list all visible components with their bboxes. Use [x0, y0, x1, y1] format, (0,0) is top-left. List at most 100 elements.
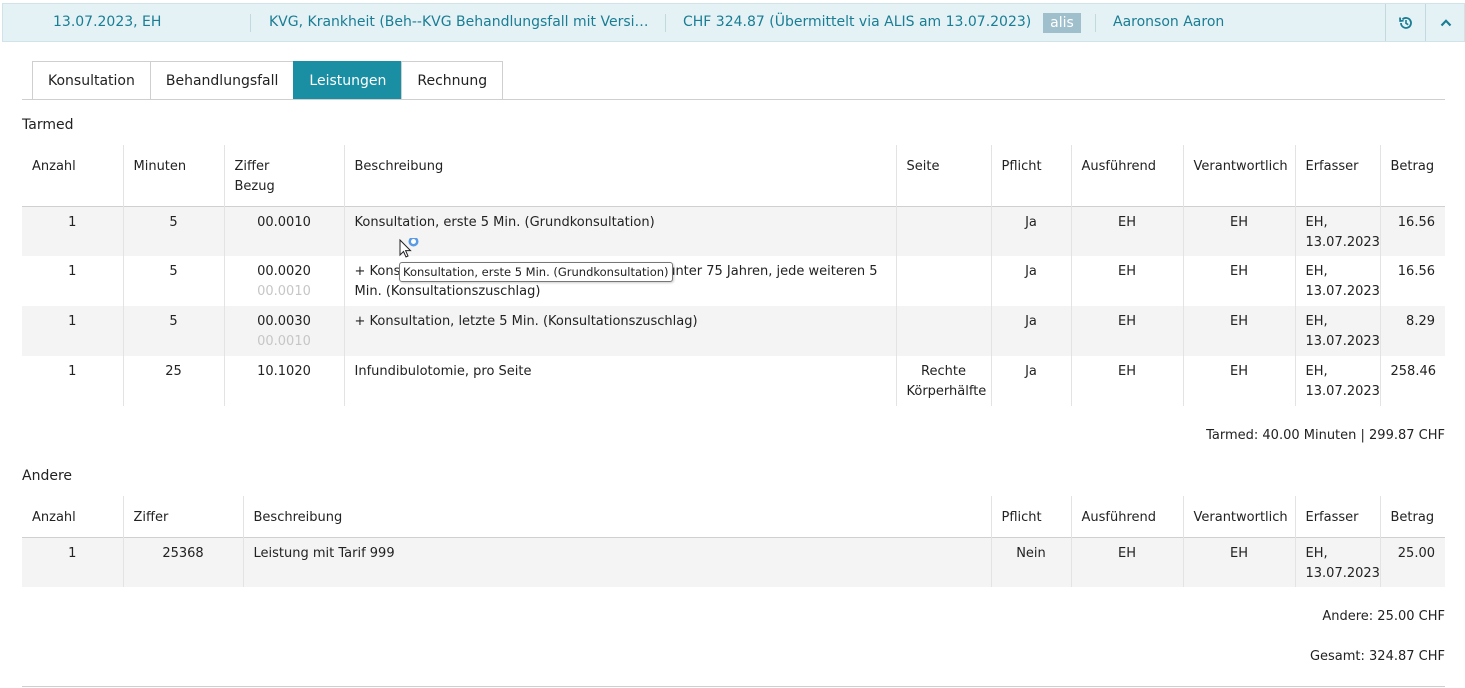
col-ziffer[interactable]: Ziffer: [122, 496, 243, 537]
col-seite[interactable]: Seite: [895, 145, 991, 206]
cell-anzahl: 1: [68, 364, 77, 379]
col-bezug: Bezug: [234, 179, 275, 194]
cell-erfasser: EH, 13.07.2023: [1294, 537, 1380, 587]
tarmed-title: Tarmed: [22, 117, 74, 133]
col-anzahl[interactable]: Anzahl: [22, 145, 123, 206]
cell-minuten: 25: [122, 356, 224, 406]
table-row[interactable]: 1 25 10.1020 Infundibulotomie, pro Seite…: [22, 356, 1445, 406]
cell-verantwortlich: EH: [1182, 206, 1295, 256]
header-amount: CHF 324.87 (Übermittelt via ALIS am 13.0…: [683, 14, 1032, 30]
cell-anzahl: 1: [68, 314, 77, 329]
col-verantwortlich[interactable]: Verantwortlich: [1182, 496, 1295, 537]
ziffer-value: 00.0030: [257, 314, 311, 329]
tab-rechnung[interactable]: Rechnung: [401, 61, 504, 100]
cell-beschreibung: Infundibulotomie, pro Seite: [343, 356, 896, 406]
cell-seite: Rechte Körperhälfte: [895, 356, 991, 406]
description-tooltip: Konsultation, erste 5 Min. (Grundkonsult…: [399, 262, 673, 282]
table-row[interactable]: 1 5 00.0010 Konsultation, erste 5 Min. (…: [22, 206, 1445, 256]
history-button[interactable]: [1385, 4, 1425, 41]
erfasser-date: 13.07.2023: [1305, 384, 1380, 399]
cell-minuten: 5: [122, 206, 224, 256]
cell-betrag: 16.56: [1379, 256, 1445, 306]
header-divider: [250, 14, 251, 32]
history-icon: [1398, 16, 1412, 29]
col-minuten[interactable]: Minuten: [122, 145, 224, 206]
cell-anzahl: 1: [68, 214, 77, 230]
cell-ausfuehrend: EH: [1070, 206, 1183, 256]
cell-ziffer: 00.0010: [223, 206, 344, 256]
table-row[interactable]: 1 25368 Leistung mit Tarif 999 Nein EH E…: [22, 537, 1445, 587]
cell-pflicht: Ja: [990, 206, 1071, 256]
cell-beschreibung: + Konsultation, letzte 5 Min. (Konsultat…: [343, 306, 896, 356]
col-pflicht[interactable]: Pflicht: [990, 496, 1071, 537]
tab-bar: Konsultation Behandlungsfall Leistungen …: [32, 61, 504, 100]
cell-verantwortlich: EH: [1182, 537, 1295, 587]
cell-betrag: 16.56: [1379, 206, 1445, 256]
mouse-cursor-icon: [399, 238, 419, 258]
ziffer-value: 00.0020: [257, 264, 311, 279]
alis-badge: alis: [1043, 13, 1081, 33]
tab-konsultation[interactable]: Konsultation: [32, 61, 151, 100]
erfasser-user: EH,: [1305, 264, 1328, 279]
col-pflicht[interactable]: Pflicht: [990, 145, 1071, 206]
cell-betrag: 258.46: [1379, 356, 1445, 406]
tab-leistungen[interactable]: Leistungen: [293, 61, 403, 100]
col-ziffer: Ziffer: [234, 159, 270, 174]
cell-erfasser: EH, 13.07.2023: [1294, 256, 1380, 306]
erfasser-user: EH,: [1305, 214, 1328, 230]
cell-anzahl: 1: [68, 264, 77, 279]
table-row[interactable]: 1 5 00.002000.0010 + Konsultation, bei P…: [22, 256, 1445, 306]
header-date-user: 13.07.2023, EH: [53, 14, 162, 30]
col-beschreibung[interactable]: Beschreibung: [343, 145, 896, 206]
col-betrag[interactable]: Betrag: [1379, 145, 1445, 206]
col-betrag[interactable]: Betrag: [1379, 496, 1445, 537]
erfasser-user: EH,: [1305, 364, 1328, 379]
cell-betrag: 25.00: [1379, 537, 1445, 587]
tab-divider: [22, 99, 1445, 100]
cell-ausfuehrend: EH: [1070, 356, 1183, 406]
col-ziffer-bezug[interactable]: Ziffer Bezug: [223, 145, 344, 206]
bottom-divider: [22, 686, 1445, 687]
cell-beschreibung: Leistung mit Tarif 999: [242, 537, 991, 587]
cell-ziffer: 00.0020 00.0010: [223, 256, 344, 306]
erfasser-date: 13.07.2023: [1305, 284, 1380, 299]
col-erfasser[interactable]: Erfasser: [1294, 145, 1380, 206]
cell-verantwortlich: EH: [1182, 356, 1295, 406]
cell-erfasser: EH, 13.07.2023: [1294, 206, 1380, 256]
col-verantwortlich[interactable]: Verantwortlich: [1182, 145, 1295, 206]
cell-erfasser: EH, 13.07.2023: [1294, 306, 1380, 356]
tab-behandlungsfall[interactable]: Behandlungsfall: [149, 61, 295, 100]
table-header-row: Anzahl Ziffer Beschreibung Pflicht Ausfü…: [22, 496, 1445, 537]
cell-ausfuehrend: EH: [1070, 306, 1183, 356]
erfasser-user: EH,: [1305, 314, 1328, 329]
cell-ziffer: 10.1020: [223, 356, 344, 406]
chevron-up-icon: [1440, 18, 1451, 26]
cell-ausfuehrend: EH: [1070, 537, 1183, 587]
header-divider: [1095, 14, 1096, 32]
table-row[interactable]: 1 5 00.0030 00.0010 + Konsultation, letzt…: [22, 306, 1445, 356]
cell-betrag: 8.29: [1379, 306, 1445, 356]
bezug-value: 00.0010: [257, 284, 311, 299]
col-erfasser[interactable]: Erfasser: [1294, 496, 1380, 537]
cell-ausfuehrend: EH: [1070, 256, 1183, 306]
col-beschreibung[interactable]: Beschreibung: [242, 496, 991, 537]
cell-ziffer: 25368: [122, 537, 243, 587]
col-anzahl[interactable]: Anzahl: [22, 496, 123, 537]
cell-seite: [895, 206, 991, 256]
col-ausfuehrend[interactable]: Ausführend: [1070, 145, 1183, 206]
header-divider: [665, 14, 666, 32]
consultation-header[interactable]: 13.07.2023, EH KVG, Krankheit (Beh--KVG …: [2, 3, 1465, 42]
ziffer-value: 00.0010: [257, 214, 311, 230]
bezug-value: 00.0010: [257, 334, 311, 349]
cell-minuten: 5: [122, 256, 224, 306]
cell-verantwortlich: EH: [1182, 306, 1295, 356]
cell-anzahl: 1: [68, 545, 77, 561]
andere-table: Anzahl Ziffer Beschreibung Pflicht Ausfü…: [22, 496, 1445, 587]
cell-pflicht: Ja: [990, 306, 1071, 356]
cell-pflicht: Nein: [990, 537, 1071, 587]
erfasser-date: 13.07.2023: [1305, 565, 1380, 581]
collapse-button[interactable]: [1425, 4, 1465, 41]
col-ausfuehrend[interactable]: Ausführend: [1070, 496, 1183, 537]
andere-title: Andere: [22, 468, 73, 484]
header-patient: Aaronson Aaron: [1113, 14, 1225, 30]
